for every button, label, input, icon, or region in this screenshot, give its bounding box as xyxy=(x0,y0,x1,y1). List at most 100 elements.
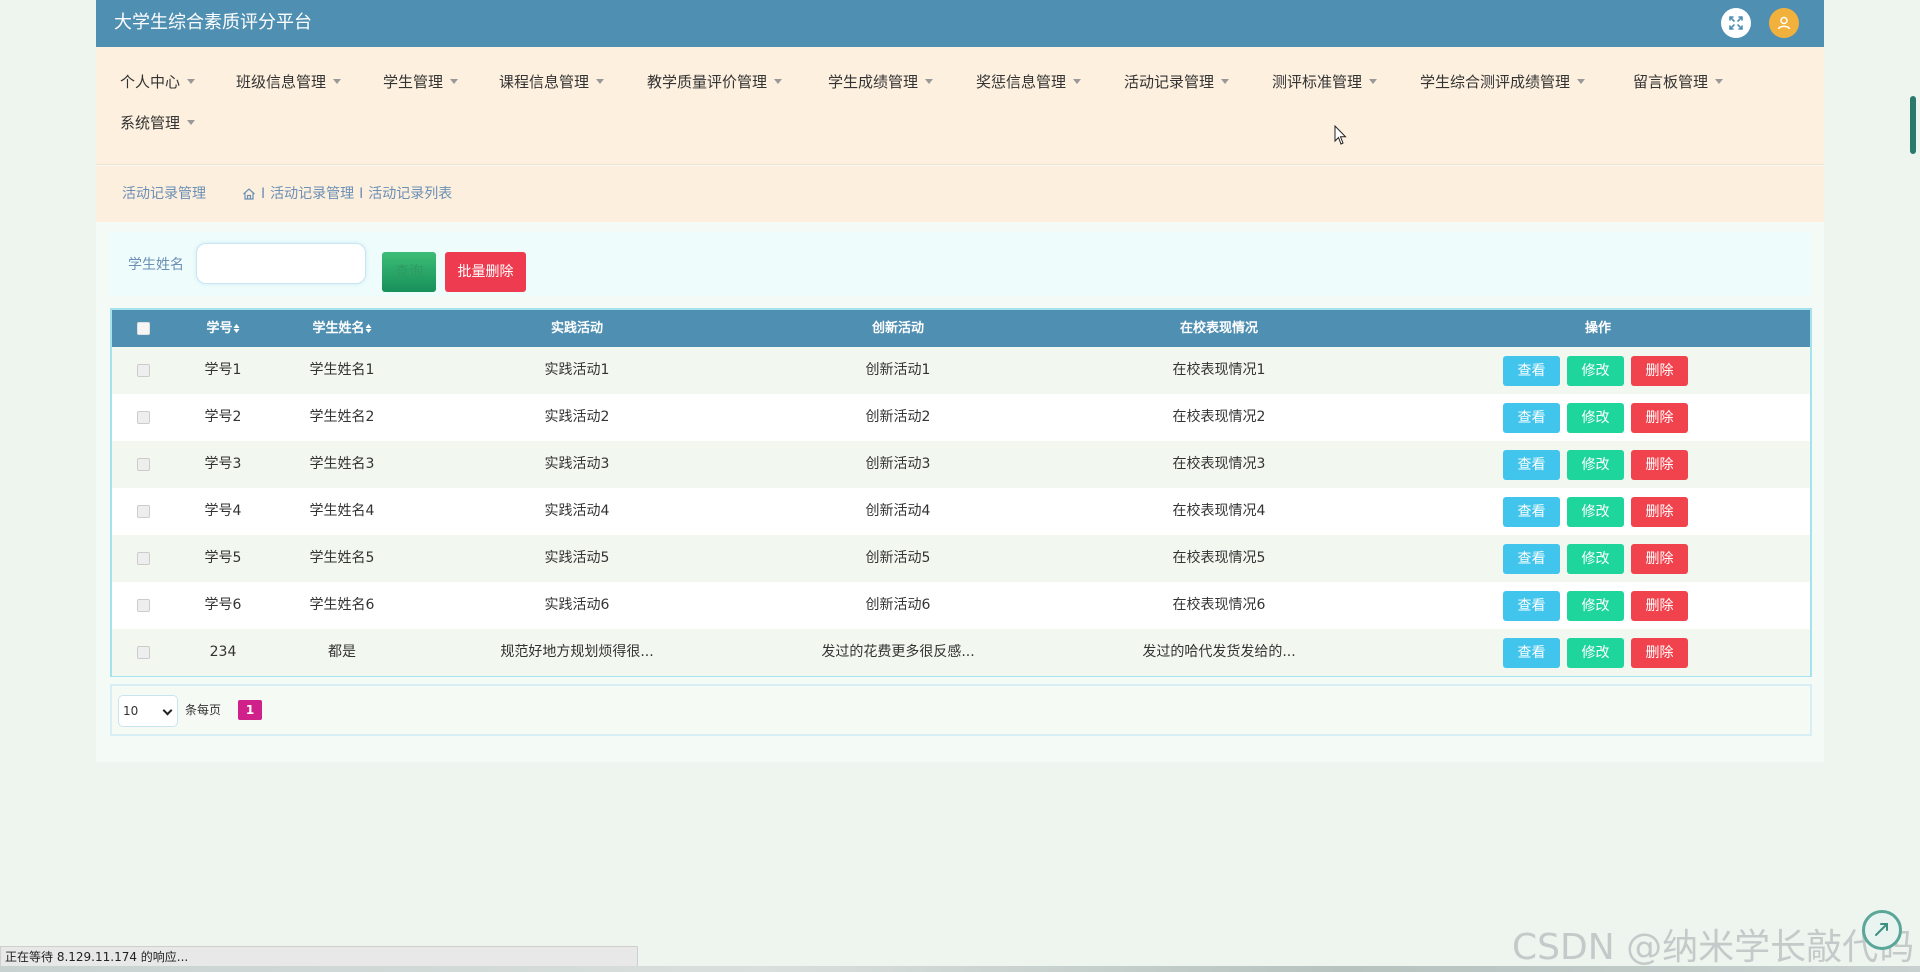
main-nav: 个人中心 班级信息管理 学生管理 课程信息管理 教学质量评价管理 学生成绩管理 … xyxy=(96,47,1824,165)
nav-item-standards[interactable]: 测评标准管理 xyxy=(1272,71,1378,93)
cell-id: 学号5 xyxy=(204,550,242,566)
nav-item-label: 学生管理 xyxy=(383,73,444,91)
cell-innovation: 创新活动6 xyxy=(865,597,931,613)
chevron-down-icon xyxy=(162,705,173,716)
nav-item-rewards[interactable]: 奖惩信息管理 xyxy=(976,71,1082,93)
breadcrumb-item[interactable]: 活动记录管理 xyxy=(270,166,354,222)
table-row: 学号5 学生姓名5 实践活动5 创新活动5 在校表现情况5 查看 修改 删除 xyxy=(112,535,1810,582)
student-name-input[interactable] xyxy=(196,243,366,284)
nav-item-label: 系统管理 xyxy=(120,114,181,132)
nav-item-profile[interactable]: 个人中心 xyxy=(120,71,196,93)
nav-item-composite-scores[interactable]: 学生综合测评成绩管理 xyxy=(1420,71,1586,93)
view-button[interactable]: 查看 xyxy=(1503,403,1560,433)
nav-item-system[interactable]: 系统管理 xyxy=(120,112,196,134)
delete-button[interactable]: 删除 xyxy=(1631,403,1688,433)
cell-performance: 在校表现情况1 xyxy=(1172,362,1266,378)
fullscreen-button[interactable] xyxy=(1721,8,1751,38)
cell-id: 学号6 xyxy=(204,597,242,613)
scrollbar-thumb[interactable] xyxy=(1910,96,1916,154)
cell-performance: 在校表现情况2 xyxy=(1172,409,1266,425)
home-icon[interactable] xyxy=(242,187,256,201)
per-page-label: 条每页 xyxy=(185,703,222,717)
row-checkbox[interactable] xyxy=(137,364,150,377)
cell-name: 学生姓名3 xyxy=(309,456,375,472)
cell-performance: 在校表现情况3 xyxy=(1172,456,1266,472)
nav-item-activity[interactable]: 活动记录管理 xyxy=(1124,71,1230,93)
row-checkbox[interactable] xyxy=(137,411,150,424)
nav-item-teaching-eval[interactable]: 教学质量评价管理 xyxy=(647,71,783,93)
search-button[interactable]: 查询 xyxy=(382,252,436,292)
mouse-cursor-icon xyxy=(1334,125,1347,145)
breadcrumb-separator: I xyxy=(359,186,364,202)
caret-down-icon xyxy=(1073,79,1082,84)
row-checkbox[interactable] xyxy=(137,505,150,518)
edit-button[interactable]: 修改 xyxy=(1567,591,1624,621)
view-button[interactable]: 查看 xyxy=(1503,450,1560,480)
cell-practice: 实践活动2 xyxy=(544,409,610,425)
caret-down-icon xyxy=(1715,79,1724,84)
edit-button[interactable]: 修改 xyxy=(1567,544,1624,574)
row-checkbox[interactable] xyxy=(137,458,150,471)
cell-id: 学号1 xyxy=(204,362,242,378)
header-name[interactable]: 学生姓名 xyxy=(312,310,372,347)
nav-item-messages[interactable]: 留言板管理 xyxy=(1633,71,1724,93)
page-size-select[interactable]: 10 xyxy=(118,695,178,727)
batch-delete-button[interactable]: 批量删除 xyxy=(445,252,526,292)
select-all-checkbox[interactable] xyxy=(137,322,150,335)
cell-id: 234 xyxy=(209,644,237,660)
caret-down-icon xyxy=(1221,79,1230,84)
search-label: 学生姓名 xyxy=(128,257,184,273)
edit-button[interactable]: 修改 xyxy=(1567,403,1624,433)
delete-button[interactable]: 删除 xyxy=(1631,544,1688,574)
caret-down-icon xyxy=(1369,79,1378,84)
caret-down-icon xyxy=(774,79,783,84)
edit-button[interactable]: 修改 xyxy=(1567,638,1624,668)
search-bar: 学生姓名 查询 批量删除 xyxy=(110,232,1810,296)
sort-icon xyxy=(365,324,372,333)
delete-button[interactable]: 删除 xyxy=(1631,591,1688,621)
cell-practice: 规范好地方规划烦得很... xyxy=(500,644,654,660)
delete-button[interactable]: 删除 xyxy=(1631,356,1688,386)
view-button[interactable]: 查看 xyxy=(1503,591,1560,621)
help-icon xyxy=(1875,923,1888,936)
row-checkbox[interactable] xyxy=(137,552,150,565)
row-checkbox[interactable] xyxy=(137,646,150,659)
delete-button[interactable]: 删除 xyxy=(1631,450,1688,480)
header-id[interactable]: 学号 xyxy=(206,310,240,347)
nav-item-label: 学生成绩管理 xyxy=(828,73,919,91)
nav-item-grades[interactable]: 学生成绩管理 xyxy=(828,71,934,93)
cell-name: 都是 xyxy=(328,644,356,660)
nav-item-label: 课程信息管理 xyxy=(499,73,590,91)
nav-item-course[interactable]: 课程信息管理 xyxy=(499,71,605,93)
top-header: 大学生综合素质评分平台 xyxy=(96,0,1824,47)
row-checkbox[interactable] xyxy=(137,599,150,612)
view-button[interactable]: 查看 xyxy=(1503,497,1560,527)
delete-button[interactable]: 删除 xyxy=(1631,497,1688,527)
edit-button[interactable]: 修改 xyxy=(1567,450,1624,480)
help-button[interactable] xyxy=(1862,910,1902,950)
delete-button[interactable]: 删除 xyxy=(1631,638,1688,668)
avatar[interactable] xyxy=(1769,8,1799,38)
edit-button[interactable]: 修改 xyxy=(1567,497,1624,527)
nav-item-class[interactable]: 班级信息管理 xyxy=(236,71,342,93)
cell-id: 学号2 xyxy=(204,409,242,425)
nav-item-student[interactable]: 学生管理 xyxy=(383,71,459,93)
page-button-current[interactable]: 1 xyxy=(238,700,262,720)
browser-status-bar: 正在等待 8.129.11.174 的响应... xyxy=(0,946,638,968)
user-icon xyxy=(1777,16,1791,30)
table-row: 学号3 学生姓名3 实践活动3 创新活动3 在校表现情况3 查看 修改 删除 xyxy=(112,441,1810,488)
view-button[interactable]: 查看 xyxy=(1503,544,1560,574)
table-row: 学号6 学生姓名6 实践活动6 创新活动6 在校表现情况6 查看 修改 删除 xyxy=(112,582,1810,629)
view-button[interactable]: 查看 xyxy=(1503,356,1560,386)
table-row: 学号2 学生姓名2 实践活动2 创新活动2 在校表现情况2 查看 修改 删除 xyxy=(112,394,1810,441)
breadcrumb-bar: 活动记录管理 I 活动记录管理 I 活动记录列表 xyxy=(96,166,1824,222)
breadcrumb: I 活动记录管理 I 活动记录列表 xyxy=(242,166,452,222)
header-practice: 实践活动 xyxy=(550,321,604,336)
edit-button[interactable]: 修改 xyxy=(1567,356,1624,386)
view-button[interactable]: 查看 xyxy=(1503,638,1560,668)
pagination: 10 条每页 1 xyxy=(110,684,1812,736)
breadcrumb-separator: I xyxy=(261,186,266,202)
header-innovation: 创新活动 xyxy=(871,321,925,336)
nav-item-label: 个人中心 xyxy=(120,73,181,91)
app-title: 大学生综合素质评分平台 xyxy=(114,12,312,33)
